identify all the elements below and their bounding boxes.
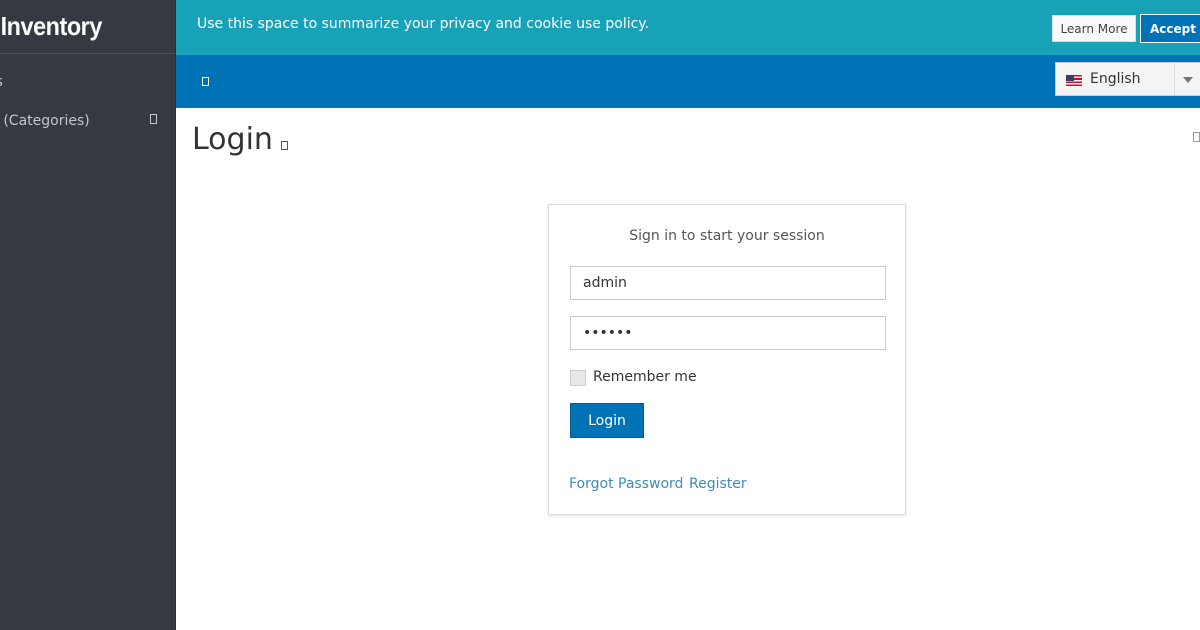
- cookie-banner: Use this space to summarize your privacy…: [176, 0, 1200, 55]
- username-input[interactable]: [570, 266, 886, 300]
- page-title: Login: [192, 122, 273, 157]
- language-select[interactable]: English: [1055, 62, 1200, 96]
- cookie-message: Use this space to summarize your privacy…: [197, 16, 650, 32]
- remember-me-label[interactable]: Remember me: [593, 369, 697, 385]
- brand-logo[interactable]: k Inventory: [0, 0, 175, 54]
- register-link[interactable]: Register: [689, 476, 747, 492]
- accept-button[interactable]: Accept: [1140, 14, 1200, 43]
- password-input[interactable]: [570, 316, 886, 350]
- sidebar: k Inventory ws p (Categories): [0, 0, 176, 630]
- top-navbar: English: [176, 55, 1200, 108]
- chevron-down-icon: [1183, 77, 1193, 83]
- sidebar-item-label: p (Categories): [0, 113, 90, 129]
- remember-me-checkbox[interactable]: [570, 370, 586, 386]
- learn-more-button[interactable]: Learn More: [1052, 15, 1136, 42]
- sidebar-item-categories[interactable]: p (Categories): [0, 107, 90, 135]
- help-icon[interactable]: [281, 141, 288, 150]
- login-button[interactable]: Login: [570, 403, 644, 438]
- sidebar-item-label: ws: [0, 74, 3, 90]
- brand-text: k Inventory: [0, 11, 102, 41]
- forgot-password-link[interactable]: Forgot Password: [569, 476, 683, 492]
- divider: [1174, 63, 1175, 95]
- menu-toggle-icon[interactable]: [202, 77, 209, 86]
- sidebar-item-news[interactable]: ws: [0, 68, 3, 96]
- login-box: Sign in to start your session Remember m…: [548, 204, 906, 515]
- login-message: Sign in to start your session: [629, 228, 825, 244]
- chevron-icon: [150, 114, 157, 124]
- breadcrumb-icon[interactable]: [1193, 132, 1200, 142]
- us-flag-icon: [1066, 75, 1082, 86]
- language-label: English: [1090, 71, 1141, 87]
